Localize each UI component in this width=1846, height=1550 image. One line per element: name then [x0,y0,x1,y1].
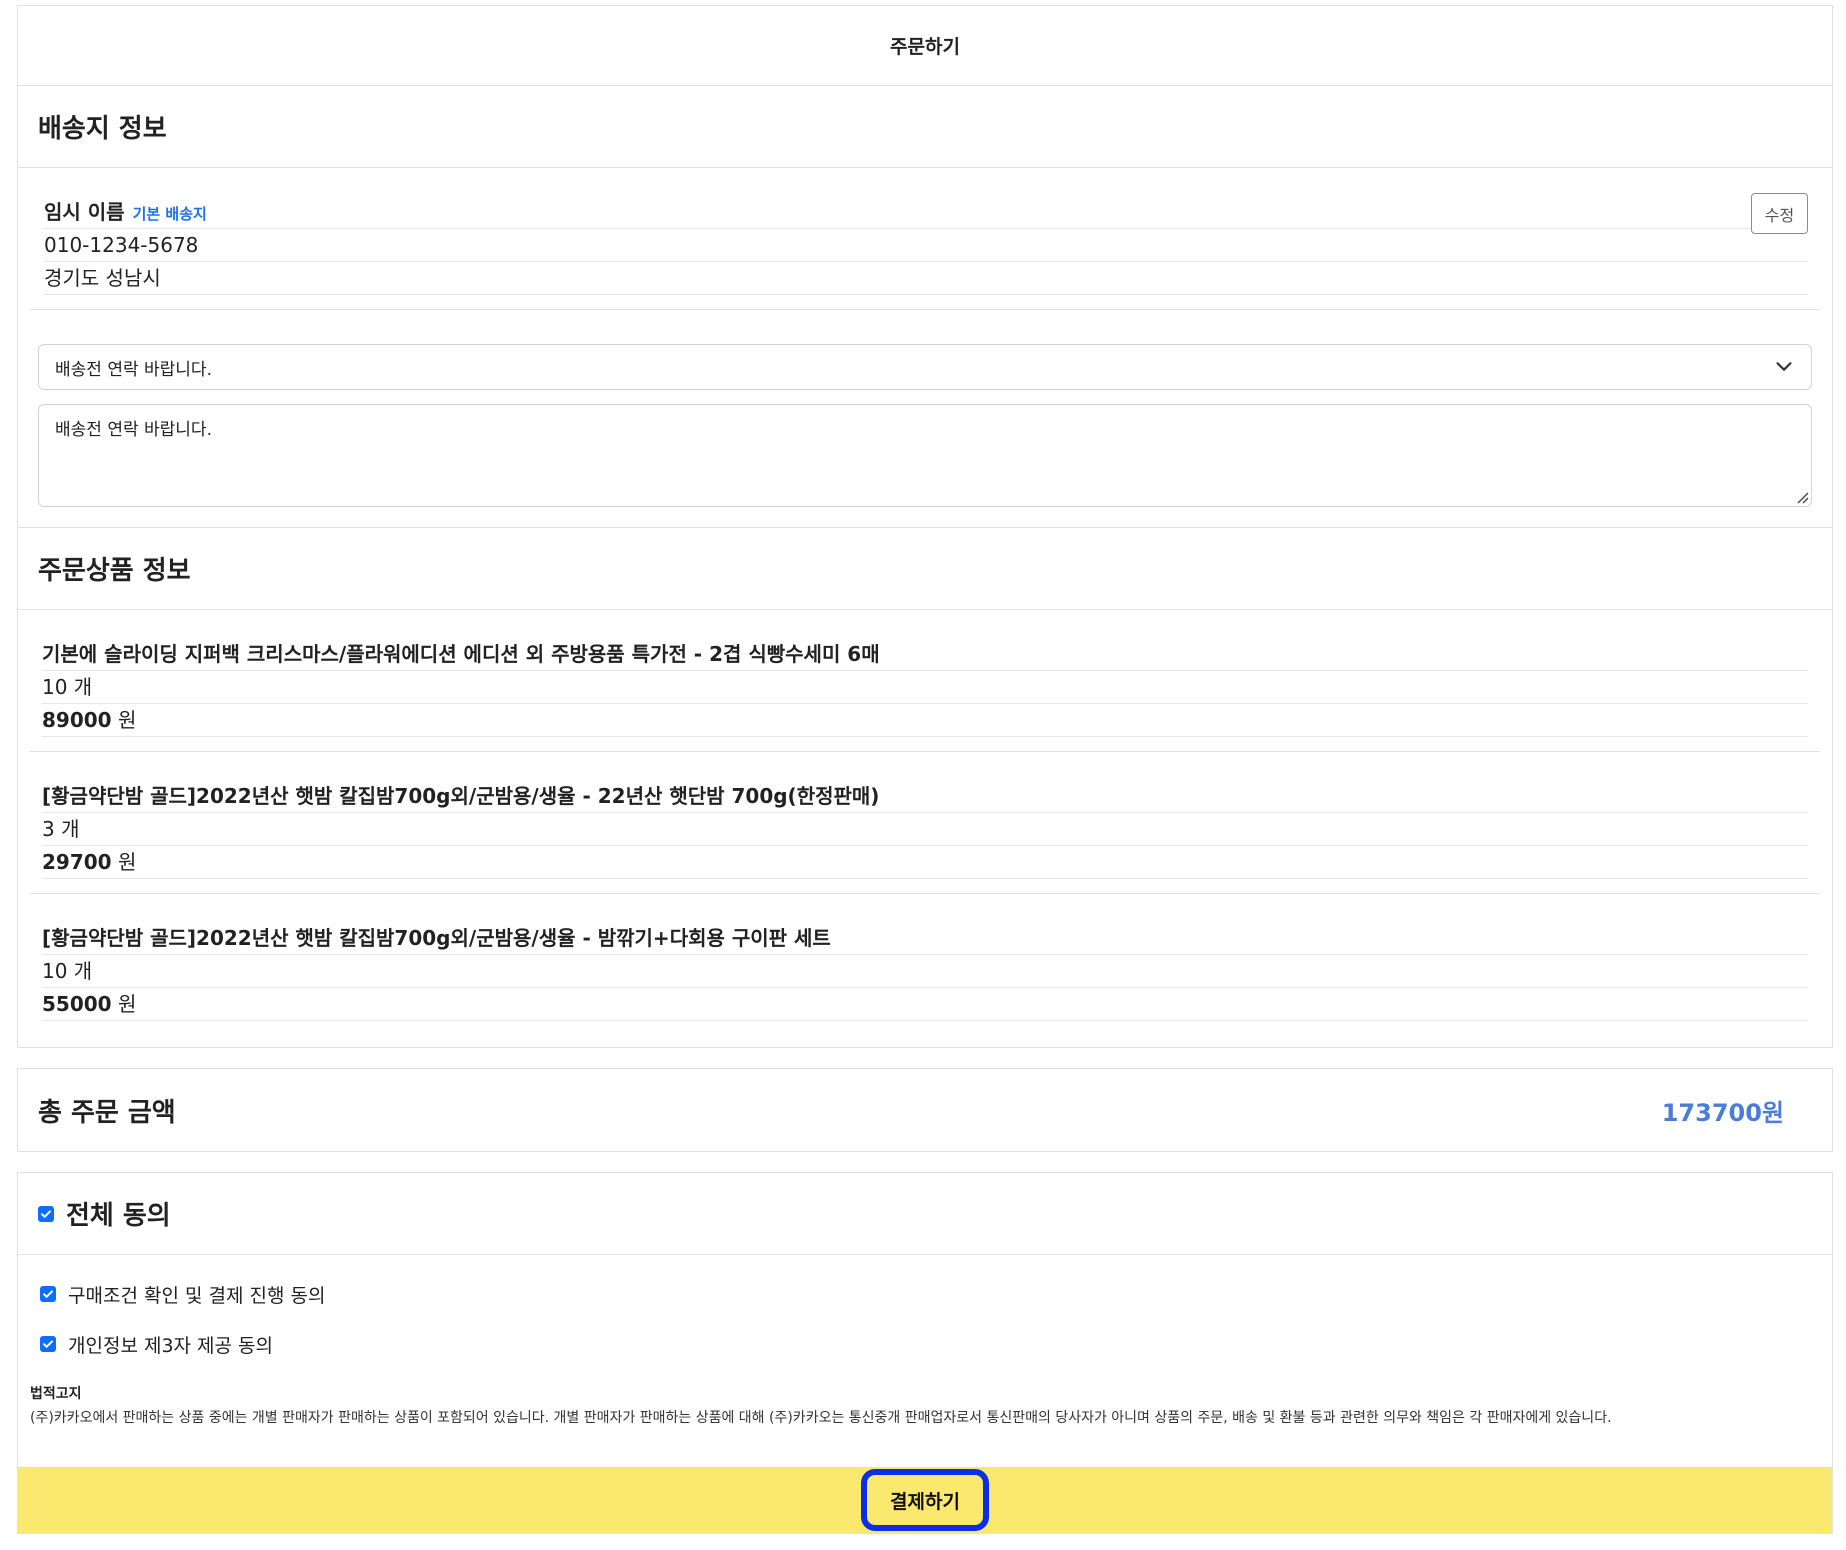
legal-title: 법적고지 [30,1386,82,1402]
edit-address-button[interactable]: 수정 [1751,193,1808,234]
product-item: [황금약단밤 골드]2022년산 햇밤 칼집밤700g외/군밤용/생율 - 밤깎… [30,894,1820,1036]
default-address-badge: 기본 배송지 [132,205,207,223]
shipping-section-title: 배송지 정보 [18,86,1832,168]
product-quantity: 10 개 [42,955,1808,988]
agree-privacy-label: 개인정보 제3자 제공 동의 [68,1334,274,1357]
order-card: 주문하기 배송지 정보 임시 이름 기본 배송지 010-1234-5678 경기… [17,5,1833,1048]
chevron-down-icon [1776,362,1792,371]
agreement-list: 구매조건 확인 및 결제 진행 동의 개인정보 제3자 제공 동의 [18,1255,1832,1369]
agree-purchase-label: 구매조건 확인 및 결제 진행 동의 [68,1284,326,1307]
agreement-card: 전체 동의 구매조건 확인 및 결제 진행 동의 개인정보 제3자 제공 동의 … [17,1172,1833,1534]
legal-notice: 법적고지 (주)카카오에서 판매하는 상품 중에는 개별 판매자가 판매하는 상… [18,1369,1832,1427]
check-icon [43,1290,53,1298]
total-amount: 173700원 [1661,1098,1784,1127]
product-item: 기본에 슬라이딩 지퍼백 크리스마스/플라워에디션 에디션 외 주방용품 특가전… [30,610,1820,752]
product-title: 기본에 슬라이딩 지퍼백 크리스마스/플라워에디션 에디션 외 주방용품 특가전… [42,638,1808,671]
memo-select-value: 배송전 연락 바랍니다. [55,359,212,380]
product-quantity: 10 개 [42,671,1808,704]
delivery-memo-textarea[interactable]: 배송전 연락 바랍니다. [38,404,1812,507]
product-price: 29700 원 [42,846,1808,879]
delivery-memo-select[interactable]: 배송전 연락 바랍니다. [38,344,1812,390]
agree-purchase-row[interactable]: 구매조건 확인 및 결제 진행 동의 [18,1269,1832,1319]
agree-all-label: 전체 동의 [66,1201,171,1231]
check-icon [41,1209,51,1218]
product-title: [황금약단밤 골드]2022년산 햇밤 칼집밤700g외/군밤용/생율 - 밤깎… [42,922,1808,955]
check-icon [43,1340,53,1348]
product-price-value: 29700 [42,850,112,874]
product-price-value: 55000 [42,992,112,1016]
agree-purchase-checkbox[interactable] [40,1286,56,1302]
address-name-row: 임시 이름 기본 배송지 [44,196,1808,229]
pay-bar: 결제하기 [18,1467,1832,1533]
total-label: 총 주문 금액 [38,1097,176,1128]
recipient-phone: 010-1234-5678 [44,229,1808,262]
product-price-value: 89000 [42,708,112,732]
recipient-address: 경기도 성남시 [44,262,1808,295]
product-item: [황금약단밤 골드]2022년산 햇밤 칼집밤700g외/군밤용/생율 - 22… [30,752,1820,894]
recipient-name: 임시 이름 [44,200,125,224]
agree-privacy-checkbox[interactable] [40,1336,56,1352]
product-title: [황금약단밤 골드]2022년산 햇밤 칼집밤700g외/군밤용/생율 - 22… [42,780,1808,813]
product-price-unit: 원 [117,708,137,732]
agree-all-row[interactable]: 전체 동의 [18,1173,1832,1255]
resize-handle-icon[interactable] [1795,490,1809,504]
delivery-memo-area: 배송전 연락 바랍니다. 배송전 연락 바랍니다. [18,310,1832,528]
pay-button[interactable]: 결제하기 [861,1469,989,1531]
product-price-unit: 원 [117,992,137,1016]
memo-textarea-value: 배송전 연락 바랍니다. [55,420,212,440]
agree-privacy-row[interactable]: 개인정보 제3자 제공 동의 [18,1319,1832,1369]
product-price-unit: 원 [117,850,137,874]
product-price: 55000 원 [42,988,1808,1021]
checkout-page: 주문하기 배송지 정보 임시 이름 기본 배송지 010-1234-5678 경기… [0,0,1846,1550]
product-price: 89000 원 [42,704,1808,737]
products-section-title: 주문상품 정보 [18,528,1832,610]
page-title: 주문하기 [18,6,1832,86]
product-quantity: 3 개 [42,813,1808,846]
shipping-address: 임시 이름 기본 배송지 010-1234-5678 경기도 성남시 수정 [30,168,1820,310]
total-card: 총 주문 금액 173700원 [17,1068,1833,1152]
legal-body: (주)카카오에서 판매하는 상품 중에는 개별 판매자가 판매하는 상품이 포함… [30,1410,1612,1426]
agree-all-checkbox[interactable] [38,1205,54,1222]
